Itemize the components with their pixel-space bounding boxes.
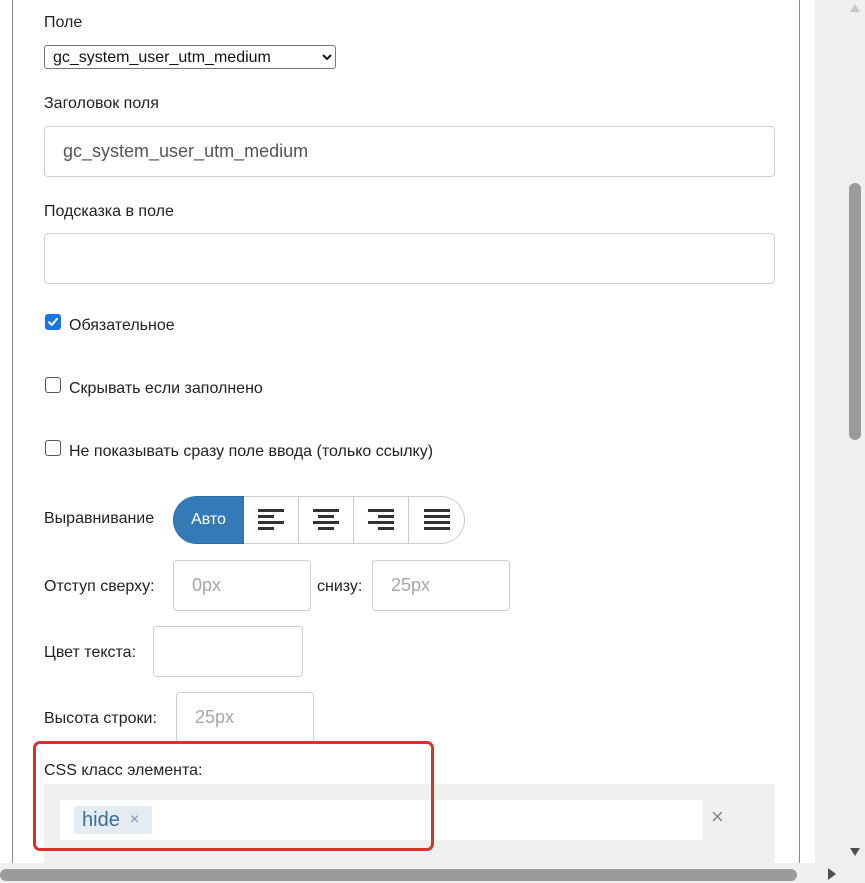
margin-top-input[interactable] bbox=[173, 560, 311, 611]
horizontal-scrollbar-thumb[interactable] bbox=[0, 869, 797, 881]
title-label: Заголовок поля bbox=[44, 95, 159, 112]
css-class-tag-area: hide × × bbox=[44, 784, 775, 863]
css-class-label: CSS класс элемента: bbox=[44, 762, 203, 779]
title-input[interactable] bbox=[44, 126, 775, 177]
align-right-icon bbox=[368, 509, 394, 530]
hint-input[interactable] bbox=[44, 233, 775, 284]
required-checkbox[interactable] bbox=[45, 314, 61, 330]
align-justify-icon bbox=[423, 509, 450, 530]
align-button-group: Авто bbox=[173, 496, 466, 544]
align-label: Выравнивание bbox=[44, 510, 155, 527]
scroll-right-arrow-icon[interactable] bbox=[828, 868, 836, 880]
css-class-tag-input[interactable]: hide × bbox=[60, 800, 703, 840]
vertical-scrollbar-thumb[interactable] bbox=[849, 183, 861, 440]
text-color-label: Цвет текста: bbox=[44, 644, 137, 661]
align-center-icon bbox=[313, 509, 339, 530]
line-height-label: Высота строки: bbox=[44, 710, 157, 727]
margin-bottom-label: снизу: bbox=[317, 578, 363, 595]
tag-chip: hide × bbox=[74, 806, 152, 834]
text-color-input[interactable] bbox=[153, 626, 303, 677]
link-only-label: Не показывать сразу поле ввода (только с… bbox=[69, 443, 434, 460]
align-center-button[interactable] bbox=[299, 496, 354, 544]
link-only-checkbox[interactable] bbox=[45, 440, 61, 456]
scroll-up-arrow-icon[interactable] bbox=[850, 4, 860, 12]
clear-tags-icon[interactable]: × bbox=[711, 804, 724, 830]
field-label: Поле bbox=[44, 14, 83, 31]
close-icon[interactable]: × bbox=[130, 811, 139, 829]
align-left-button[interactable] bbox=[244, 496, 299, 544]
align-left-icon bbox=[258, 509, 284, 530]
tag-chip-label: hide bbox=[82, 808, 120, 831]
required-label: Обязательное bbox=[69, 317, 175, 334]
horizontal-scrollbar[interactable] bbox=[0, 863, 865, 883]
field-select[interactable]: gc_system_user_utm_medium bbox=[44, 45, 336, 69]
check-icon bbox=[48, 317, 58, 326]
scroll-down-arrow-icon[interactable] bbox=[850, 848, 860, 856]
hint-label: Подсказка в поле bbox=[44, 203, 174, 220]
align-justify-button[interactable] bbox=[409, 496, 465, 544]
margin-top-label: Отступ сверху: bbox=[44, 578, 155, 595]
line-height-input[interactable] bbox=[176, 692, 314, 743]
align-auto-button[interactable]: Авто bbox=[173, 496, 244, 544]
hide-if-filled-checkbox[interactable] bbox=[45, 377, 61, 393]
vertical-scrollbar[interactable] bbox=[815, 0, 865, 863]
hide-if-filled-label: Скрывать если заполнено bbox=[69, 380, 263, 397]
margin-bottom-input[interactable] bbox=[372, 560, 510, 611]
align-right-button[interactable] bbox=[354, 496, 409, 544]
